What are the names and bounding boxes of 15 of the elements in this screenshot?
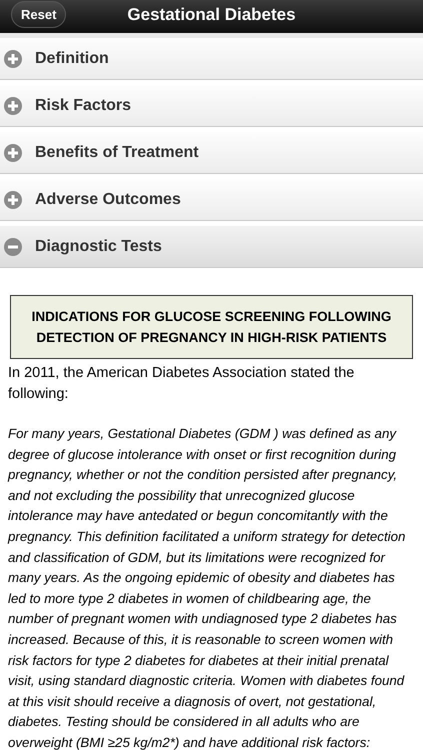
- intro-paragraph: In 2011, the American Diabetes Association stated the following:: [8, 364, 356, 404]
- accordion-header[interactable]: Benefits of Treatment: [0, 132, 423, 174]
- minus-circle-icon: [4, 238, 22, 256]
- heading-banner: INDICATIONS FOR GLUCOSE SCREENING FOLLOWING DETECTION OF PREGNANCY IN HIGH-RISK PATIENTS: [10, 295, 413, 359]
- accordion-header[interactable]: Definition: [0, 38, 423, 80]
- accordion-header[interactable]: Diagnostic Tests: [0, 226, 423, 268]
- accordion-header[interactable]: Risk Factors: [0, 85, 423, 127]
- reset-button[interactable]: Reset: [11, 1, 66, 28]
- plus-circle-icon: [4, 96, 22, 114]
- page-title: Gestational Diabetes: [127, 4, 296, 26]
- accordion-header[interactable]: Adverse Outcomes: [0, 179, 423, 221]
- plus-circle-icon: [4, 50, 22, 68]
- quote-paragraph: For many years, Gestational Diabetes (GDM ) was defined as any degree of glucose intolerance with onset or first recognition during pregnancy, whether or not the condition persisted after pregnancy, and not excluding the possibility that unrecognized glucose intolerance may have antedated or begun concomitantly with the pregnancy. This definition facilitated a uniform strategy for detection and classification of GDM, but its limitations were recognized for many years. As the ongoing epidemic of obesity and diabetes has led to more type 2 diabetes in women of childbearing age, the number of pregnant women with undiagnosed type 2 diabetes has increased. Because of this, it is reasonable to screen women with risk factors for type 2 diabetes for diabetes at their initial prenatal visit, using standard diagnostic criteria. Women with diabetes found at this visit should receive a diagnosis of overt, not gestational, diabetes. Testing should be considered in all adults who are overweight (BMI ≥25 kg/m2*) and have additional risk factors:: [8, 425, 406, 750]
- plus-circle-icon: [4, 144, 22, 162]
- plus-circle-icon: [4, 190, 22, 208]
